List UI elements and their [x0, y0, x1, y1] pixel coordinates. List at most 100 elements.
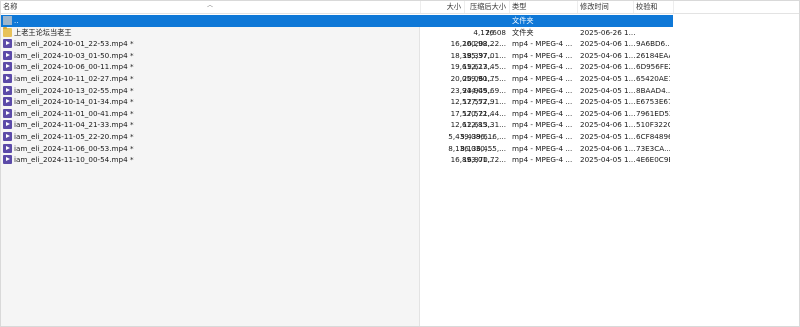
media-file-icon [3, 132, 12, 141]
file-packed-size [457, 15, 506, 27]
column-header-checksum[interactable]: 校验和 [634, 1, 674, 13]
file-checksum: 8BAAD4... [636, 85, 670, 95]
file-checksum: 26184EAA [636, 50, 670, 60]
archive-window: 名称 ︿ 大小 压缩后大小 类型 修改时间 校验和 .. 文件夹 上老王论坛当老王 4… [0, 0, 800, 327]
file-name: iam_eli_2024-11-10_00-54.mp4 * [14, 155, 134, 165]
file-checksum: 65420AE1 [636, 74, 670, 83]
file-checksum: 6CF84896 [636, 132, 670, 141]
file-row[interactable]: iam_eli_2024-10-13_02-55.mp4 * 23,944,09.… [1, 85, 673, 97]
media-file-icon [3, 108, 12, 118]
file-name: iam_eli_2024-10-03_01-50.mp4 * [14, 50, 134, 60]
file-modified: 2025-04-05 1... [580, 74, 636, 83]
media-file-icon [3, 62, 12, 72]
file-modified: 2025-04-05 1... [580, 85, 636, 95]
file-row[interactable]: iam_eli_2024-10-01_22-53.mp4 * 16,200,98.… [1, 38, 673, 50]
column-header-modified[interactable]: 修改时间 [578, 1, 634, 13]
file-checksum: 73E3CA... [636, 143, 670, 153]
media-file-icon [3, 143, 12, 153]
file-modified: 2025-04-06 1... [580, 39, 636, 49]
sort-ascending-icon: ︿ [207, 2, 214, 9]
file-name: iam_eli_2024-11-06_00-53.mp4 * [14, 143, 134, 153]
file-packed-size: 20,061,75... [462, 74, 506, 83]
file-name: iam_eli_2024-10-06_00-11.mp4 * [14, 62, 134, 72]
file-checksum: 9A6BD6... [636, 39, 670, 49]
column-header-packed-size[interactable]: 压缩后大小 [465, 1, 510, 13]
file-checksum: 6D956FE2 [636, 62, 670, 72]
file-packed-size: 17,521,44... [462, 108, 506, 118]
file-name: iam_eli_2024-10-01_22-53.mp4 * [14, 39, 134, 49]
file-name: iam_eli_2024-11-01_00-41.mp4 * [14, 108, 134, 118]
file-type: mp4 - MPEG-4 ... [512, 50, 573, 60]
file-packed-size: 16,870,72... [462, 155, 506, 165]
file-modified: 2025-04-05 1... [580, 155, 636, 165]
column-header-size[interactable]: 大小 [421, 1, 465, 13]
media-file-icon [3, 39, 12, 49]
media-file-icon [3, 120, 12, 130]
file-type: mp4 - MPEG-4 ... [512, 39, 573, 49]
file-type: mp4 - MPEG-4 ... [512, 62, 573, 72]
column-header-type-label: 类型 [512, 2, 527, 11]
column-header-modified-label: 修改时间 [580, 2, 609, 11]
file-type: mp4 - MPEG-4 ... [512, 74, 573, 83]
file-packed-size: 8,136,455,... [460, 143, 506, 153]
file-type: mp4 - MPEG-4 ... [512, 132, 573, 141]
file-type: 文件夹 [512, 16, 534, 25]
file-type: mp4 - MPEG-4 ... [512, 97, 573, 107]
file-modified: 2025-04-06 1... [580, 108, 636, 118]
file-modified: 2025-04-06 1... [580, 120, 636, 130]
media-file-icon [3, 97, 12, 107]
file-name: .. [14, 16, 19, 25]
file-name: 上老王论坛当老王 [14, 27, 72, 37]
file-row[interactable]: iam_eli_2024-10-03_01-50.mp4 * 18,395,37.… [1, 50, 673, 62]
file-type: mp4 - MPEG-4 ... [512, 120, 573, 130]
file-packed-size: 19,613,45... [462, 62, 506, 72]
file-name: iam_eli_2024-10-14_01-34.mp4 * [14, 97, 134, 107]
column-header-checksum-label: 校验和 [636, 2, 658, 11]
file-packed-size: 12,577,91... [462, 97, 506, 107]
column-header-packed-size-label: 压缩后大小 [470, 2, 506, 11]
media-file-icon [3, 155, 12, 165]
file-name: iam_eli_2024-11-04_21-33.mp4 * [14, 120, 134, 130]
media-file-icon [3, 85, 12, 95]
file-checksum: 7961ED52 [636, 108, 670, 118]
column-header-bar: 名称 ︿ 大小 压缩后大小 类型 修改时间 校验和 [1, 1, 799, 14]
file-row[interactable]: 上老王论坛当老王 4,176 2,608 文件夹 2025-06-26 1... [1, 26, 673, 39]
file-type: mp4 - MPEG-4 ... [512, 143, 573, 153]
file-type: 文件夹 [512, 27, 534, 37]
file-packed-size: 16,202,22... [462, 39, 506, 49]
column-header-type[interactable]: 类型 [510, 1, 578, 13]
file-row[interactable]: iam_eli_2024-11-01_00-41.mp4 * 17,520,72.… [1, 108, 673, 120]
file-row[interactable]: iam_eli_2024-10-11_02-27.mp4 * 20,059,90.… [1, 73, 673, 85]
file-packed-size: 12,613,31... [462, 120, 506, 130]
parent-folder-row[interactable]: .. 文件夹 [1, 15, 673, 27]
file-type: mp4 - MPEG-4 ... [512, 85, 573, 95]
file-modified: 2025-04-06 1... [580, 62, 636, 72]
file-type: mp4 - MPEG-4 ... [512, 108, 573, 118]
file-row[interactable]: iam_eli_2024-11-05_22-20.mp4 * 5,439,086,… [1, 131, 673, 143]
file-row[interactable]: iam_eli_2024-10-14_01-34.mp4 * 12,577,52.… [1, 96, 673, 108]
file-type: mp4 - MPEG-4 ... [512, 155, 573, 165]
file-packed-size: 5,439,616,... [460, 132, 506, 141]
column-header-size-label: 大小 [446, 2, 461, 11]
file-packed-size: 23,945,69... [462, 85, 506, 95]
file-packed-size: 2,608 [485, 27, 506, 37]
file-checksum [636, 15, 670, 27]
file-row[interactable]: iam_eli_2024-11-04_21-33.mp4 * 12,612,85.… [1, 119, 673, 131]
file-row[interactable]: iam_eli_2024-10-06_00-11.mp4 * 19,612,27.… [1, 61, 673, 73]
file-modified [580, 15, 640, 27]
file-name: iam_eli_2024-10-11_02-27.mp4 * [14, 74, 134, 83]
file-modified: 2025-06-26 1... [580, 27, 636, 37]
file-checksum: 4E6E0C9B [636, 155, 670, 165]
media-file-icon [3, 74, 12, 83]
file-checksum [636, 27, 670, 39]
media-file-icon [3, 50, 12, 60]
file-checksum: 510F322C [636, 120, 670, 130]
file-modified: 2025-04-05 1... [580, 132, 636, 141]
file-modified: 2025-04-06 1... [580, 143, 636, 153]
up-folder-icon [3, 16, 12, 25]
file-modified: 2025-04-06 1... [580, 50, 636, 60]
file-row[interactable]: iam_eli_2024-11-10_00-54.mp4 * 16,893,01.… [1, 154, 673, 166]
file-row[interactable]: iam_eli_2024-11-06_00-53.mp4 * 8,136,030,… [1, 143, 673, 155]
column-header-name-label: 名称 [3, 2, 18, 11]
file-name: iam_eli_2024-11-05_22-20.mp4 * [14, 132, 134, 141]
